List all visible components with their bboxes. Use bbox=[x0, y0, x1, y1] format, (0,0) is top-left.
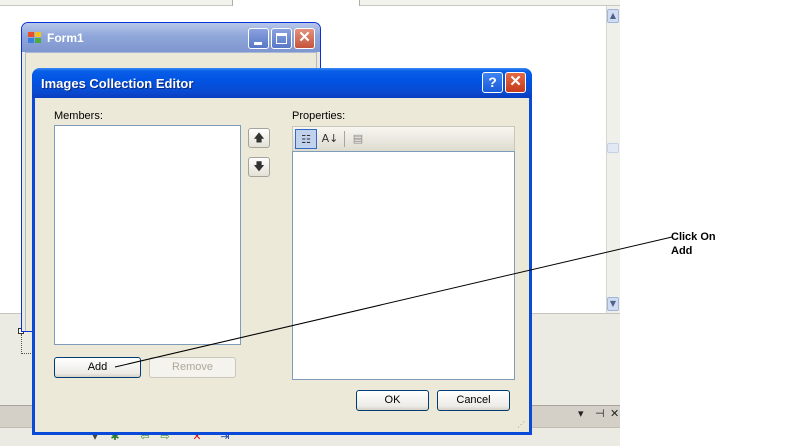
annotation-arrow bbox=[114, 236, 673, 368]
screenshot: ▲ ▼ ▾ ⊣ ✕ ▾ ✱ ⇦ ⇨ ✕ ⇥ Form1 ✕ Images Col… bbox=[0, 0, 800, 446]
annotation-text: Click On Add bbox=[671, 230, 716, 258]
annotation-line-1: Click On bbox=[671, 231, 716, 243]
annotation-line-2: Add bbox=[671, 245, 693, 257]
